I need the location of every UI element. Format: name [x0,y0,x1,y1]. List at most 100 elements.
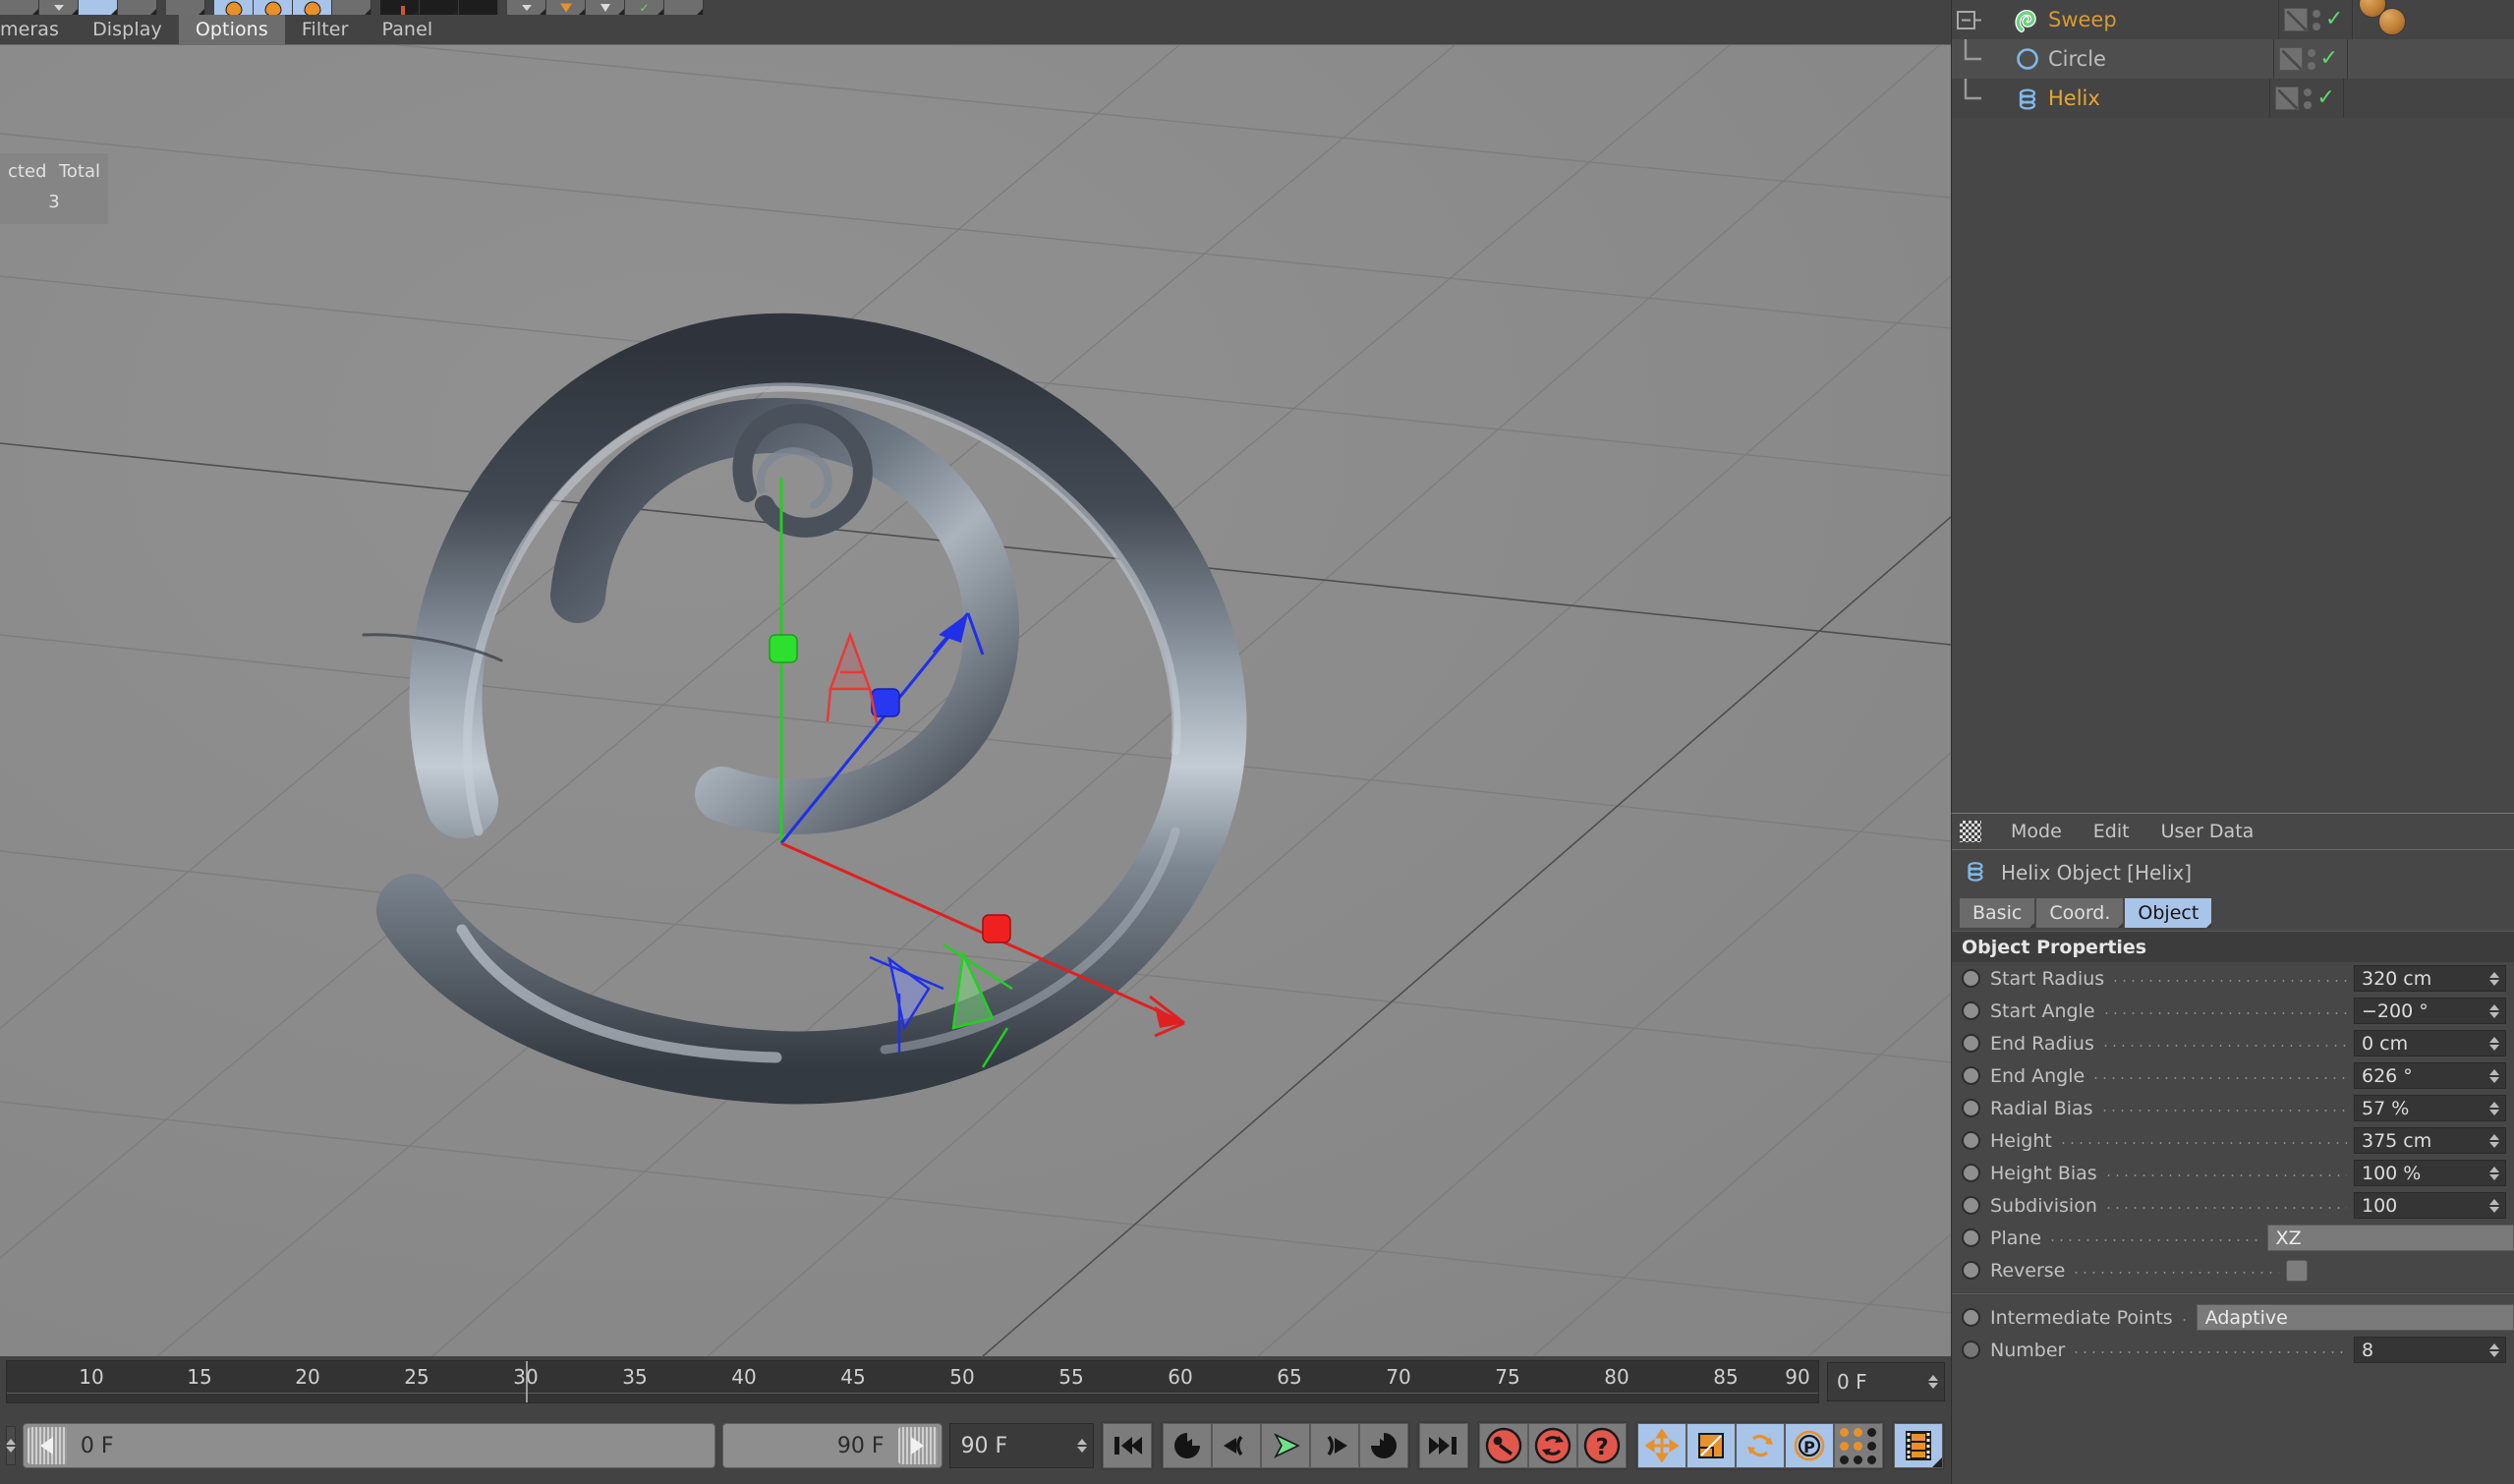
animate-toggle-icon[interactable] [1962,1196,1980,1215]
object-label-helix[interactable]: Helix [2048,86,2269,110]
current-frame-field[interactable]: 0 F [1827,1362,1945,1401]
toolbar-button-undo[interactable] [0,0,39,15]
object-material-slot-sweep[interactable] [2353,0,2514,39]
toolbar-button-live-select[interactable] [118,0,157,15]
tab-coord[interactable]: Coord. [2036,898,2124,928]
viewport-menu-filter[interactable]: Filter [285,15,366,45]
go-to-end-button[interactable] [1418,1423,1468,1468]
tab-object[interactable]: Object [2125,898,2212,928]
property-row-radial-bias[interactable]: Radial Bias 57 % [1952,1092,2514,1124]
attr-menu-mode[interactable]: Mode [1995,821,2078,842]
animate-toggle-icon[interactable] [1962,1261,1980,1280]
stepper-icon[interactable] [5,1439,16,1453]
property-dropdown-intermediate-points[interactable]: Adaptive [2196,1304,2514,1331]
toolbar-button-spline-c[interactable] [293,0,332,15]
object-label-circle[interactable]: Circle [2048,47,2273,71]
animate-toggle-icon[interactable] [1962,1131,1980,1150]
frame-scroll-handle[interactable] [5,1426,16,1465]
animate-toggle-icon[interactable] [1962,1099,1980,1117]
animate-toggle-icon[interactable] [1962,1341,1980,1359]
property-input-end-angle[interactable]: 626 ° [2354,1062,2506,1089]
record-rotation-button[interactable] [1735,1423,1785,1468]
object-tags-circle[interactable]: ✓ [2272,39,2348,79]
preview-range-start-field[interactable]: 0 F [22,1423,715,1468]
property-input-number[interactable]: 8 [2354,1337,2506,1363]
object-row-sweep[interactable]: Sweep ✓ [1952,0,2514,39]
toolbar-button-render-settings[interactable] [459,0,498,15]
property-row-end-radius[interactable]: End Radius 0 cm [1952,1027,2514,1059]
property-row-plane[interactable]: Plane XZ [1952,1222,2514,1254]
tag-icon-circle[interactable] [2278,47,2303,71]
object-dots-helix[interactable] [2304,87,2313,109]
property-row-start-radius[interactable]: Start Radius 320 cm [1952,962,2514,995]
property-row-number[interactable]: Number 8 [1952,1334,2514,1366]
property-row-intermediate-points[interactable]: Intermediate Points Adaptive [1952,1301,2514,1334]
go-to-start-button[interactable] [1102,1423,1152,1468]
record-scale-button[interactable] [1686,1423,1736,1468]
record-keyframe-button[interactable] [1478,1423,1528,1468]
animate-toggle-icon[interactable] [1962,969,1980,988]
autokeying-button[interactable] [1527,1423,1577,1468]
object-visibility-check-sweep[interactable]: ✓ [2325,9,2343,30]
record-pla-button[interactable]: P [1784,1423,1834,1468]
timeline-ruler[interactable]: 10 15 20 25 30 35 40 45 50 55 60 65 70 7… [6,1360,1819,1403]
animate-toggle-icon[interactable] [1962,1001,1980,1020]
property-input-start-angle[interactable]: −200 ° [2354,998,2506,1024]
panel-grip-icon[interactable] [1960,821,1981,842]
viewport-menu-display[interactable]: Display [76,15,179,45]
property-input-start-radius[interactable]: 320 cm [2354,965,2506,992]
object-visibility-check-circle[interactable]: ✓ [2320,48,2338,70]
attr-menu-edit[interactable]: Edit [2078,821,2145,842]
object-tags-helix[interactable]: ✓ [2269,79,2345,118]
toolbar-button-render-region[interactable] [420,0,459,15]
stepper-icon[interactable] [2489,1166,2499,1180]
point-level-animation-button[interactable] [1833,1423,1883,1468]
attr-menu-user-data[interactable]: User Data [2145,821,2270,842]
toolbar-button-primitive[interactable] [507,0,546,15]
object-material-slot-circle[interactable] [2348,39,2514,79]
range-end-grip[interactable] [897,1427,938,1464]
toolbar-button-move-tool[interactable] [166,0,205,15]
stepper-icon[interactable] [2489,1101,2499,1115]
material-ball[interactable] [2377,8,2406,35]
animate-toggle-icon[interactable] [1962,1164,1980,1182]
timeline-button[interactable] [1893,1423,1943,1468]
toolbar-button-spline-a[interactable] [214,0,254,15]
object-row-circle[interactable]: Circle ✓ [1952,39,2514,79]
property-row-height[interactable]: Height 375 cm [1952,1124,2514,1157]
object-dots-sweep[interactable] [2312,9,2320,30]
stepper-icon[interactable] [2489,1198,2499,1213]
keyframe-selection-button[interactable]: ? [1576,1423,1627,1468]
object-label-sweep[interactable]: Sweep [2048,8,2278,31]
toolbar-button-spline-b[interactable] [254,0,293,15]
toolbar-button-array[interactable]: ✓ [625,0,664,15]
toolbar-button-redo[interactable] [39,0,79,15]
toolbar-button-spline-more[interactable] [332,0,371,15]
step-forward-button[interactable] [1309,1423,1359,1468]
tag-icon-sweep[interactable] [2283,8,2308,31]
toolbar-button-spline-pen[interactable] [546,0,586,15]
max-frame-field[interactable]: 90 F [948,1423,1094,1468]
attribute-manager[interactable]: Mode Edit User Data Helix Object [Helix]… [1951,813,2514,1484]
stepper-icon[interactable] [2489,1342,2499,1357]
tag-icon-helix[interactable] [2275,86,2300,110]
object-dots-circle[interactable] [2307,48,2315,70]
object-manager[interactable]: Sweep ✓ Circle ✓ Helix ✓ [1951,0,2514,813]
tab-basic[interactable]: Basic [1960,898,2035,928]
viewport-menu-options[interactable]: Options [178,14,285,45]
property-checkbox-reverse[interactable] [2285,1259,2308,1282]
next-keyframe-button[interactable] [1358,1423,1408,1468]
property-row-start-angle[interactable]: Start Angle −200 ° [1952,995,2514,1027]
object-material-slot-helix[interactable] [2344,79,2514,118]
viewport-menu-panel[interactable]: Panel [365,15,449,45]
animate-toggle-icon[interactable] [1962,1228,1980,1247]
toolbar-button-select[interactable] [79,0,118,15]
object-visibility-check-helix[interactable]: ✓ [2316,87,2334,109]
object-tags-sweep[interactable]: ✓ [2277,0,2353,39]
stepper-icon[interactable] [1928,1375,1938,1389]
toolbar-button-nurbs[interactable] [586,0,625,15]
toolbar-button-render-view[interactable] [380,0,420,15]
previous-keyframe-button[interactable] [1162,1423,1212,1468]
stepper-icon[interactable] [2489,1036,2499,1051]
preview-range-end-field[interactable]: 90 F [721,1423,943,1468]
